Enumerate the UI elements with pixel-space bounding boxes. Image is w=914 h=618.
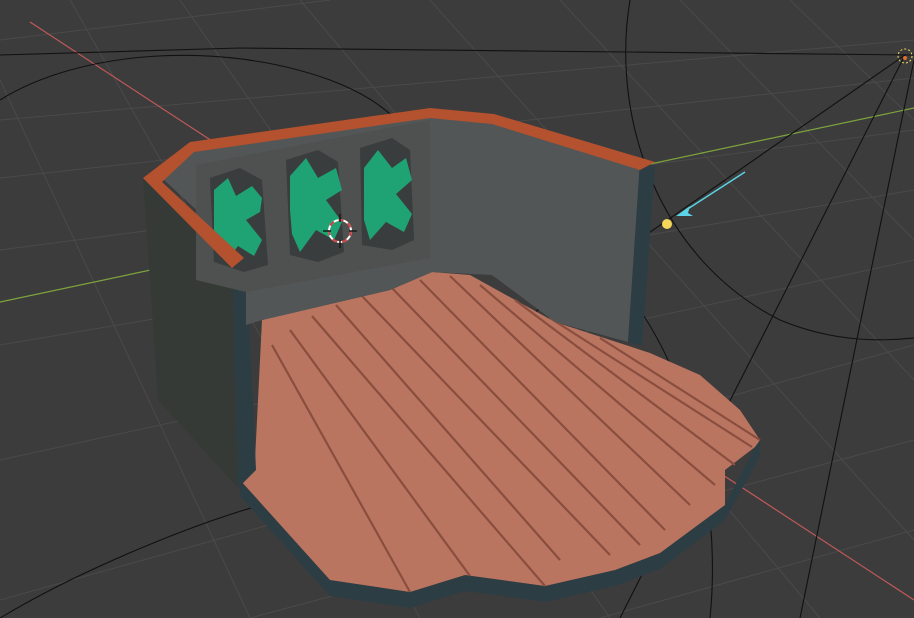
3d-viewport[interactable] (0, 0, 914, 618)
viewport-canvas[interactable] (0, 0, 914, 618)
camera-icon[interactable] (897, 48, 913, 64)
light-direction-arrow (676, 171, 746, 216)
sun-light-icon[interactable] (662, 219, 672, 229)
